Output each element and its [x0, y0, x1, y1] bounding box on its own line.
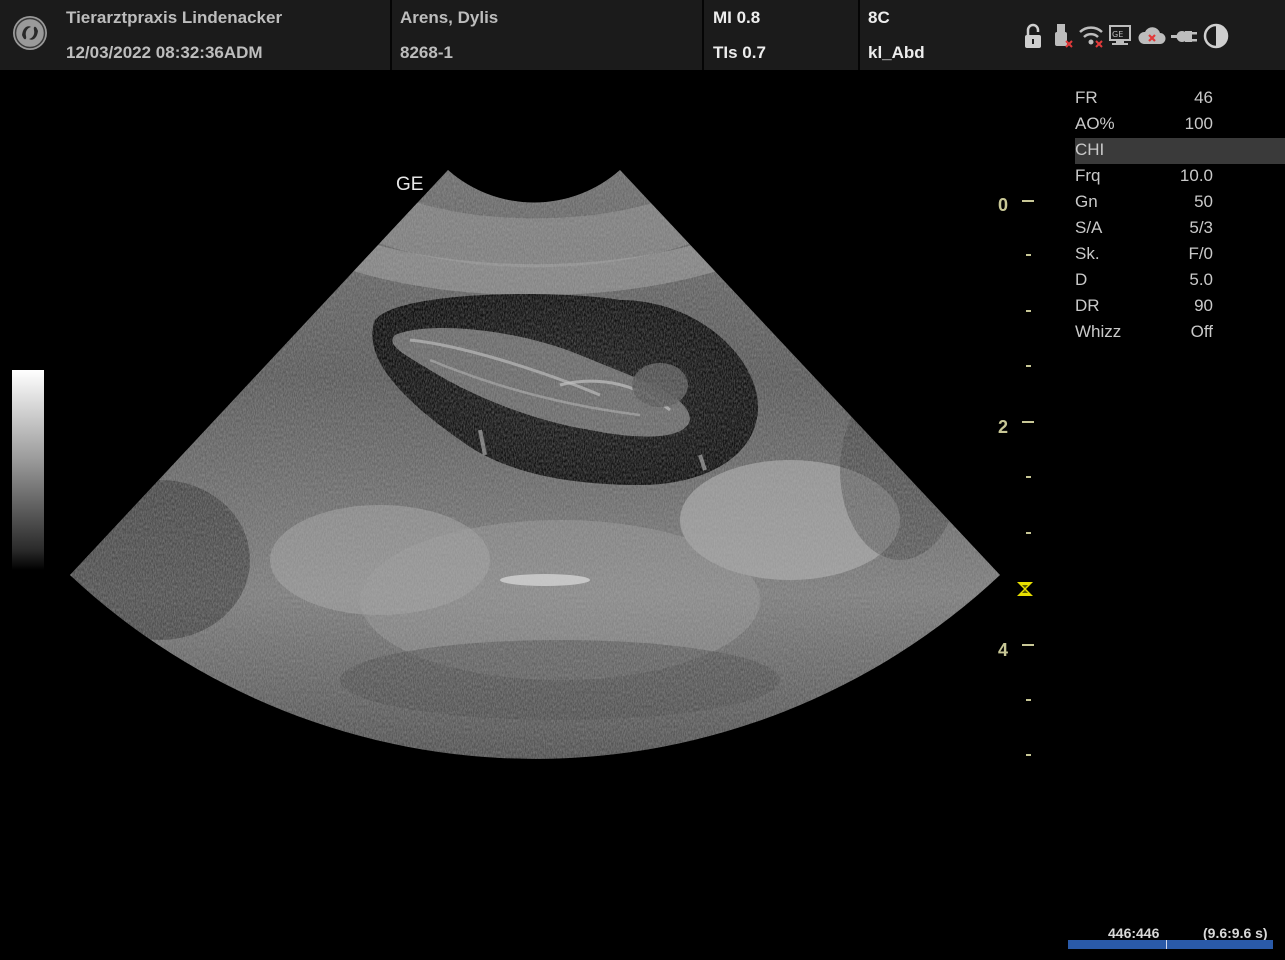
depth-tick — [1022, 200, 1034, 202]
cine-time-counter: (9.6:9.6 s) — [1203, 925, 1268, 941]
depth-tick — [1026, 699, 1031, 701]
probe-name: 8C — [868, 8, 890, 27]
param-label: Sk. — [1075, 244, 1100, 263]
brightness-icon[interactable] — [1202, 22, 1230, 50]
depth-label: 0 — [998, 195, 1009, 215]
patient-id: 8268-1 — [400, 43, 453, 62]
param-label: DR — [1075, 296, 1100, 315]
orientation-label: GE — [396, 174, 424, 195]
wifi-disconnected-icon — [1079, 26, 1103, 48]
thermal-index: TIs 0.7 — [713, 43, 766, 62]
param-value: 46 — [1194, 88, 1213, 107]
param-row-gain: Gn 50 — [1075, 190, 1285, 216]
network-disconnected-icon: GE — [1109, 25, 1131, 45]
param-value: 50 — [1194, 192, 1213, 211]
param-value: 5/3 — [1189, 218, 1213, 237]
param-value: 10.0 — [1179, 166, 1213, 185]
param-label: Frq — [1075, 166, 1101, 185]
param-row-whizz: Whizz Off — [1075, 320, 1285, 346]
param-row-depth: D 5.0 — [1075, 268, 1285, 294]
param-row-sa: S/A 5/3 — [1075, 216, 1285, 242]
param-label: CHI — [1075, 140, 1105, 159]
cine-scrollbar[interactable] — [1068, 940, 1273, 949]
depth-tick — [1026, 532, 1031, 534]
param-row-ao: AO% 100 — [1075, 112, 1285, 138]
param-label: Gn — [1075, 192, 1098, 211]
depth-tick — [1026, 476, 1031, 478]
grayscale-bar — [12, 370, 44, 570]
cloud-disconnected-icon — [1138, 27, 1166, 44]
patient-cell: Arens, Dylis 8268-1 — [392, 0, 702, 70]
header-bar: Tierarztpraxis Lindenacker 12/03/2022 08… — [0, 0, 1285, 70]
lock-icon — [1025, 23, 1041, 48]
depth-tick — [1022, 644, 1034, 646]
depth-label: 4 — [998, 640, 1009, 660]
depth-tick — [1022, 421, 1034, 423]
param-label: AO% — [1075, 114, 1115, 133]
clinic-cell: Tierarztpraxis Lindenacker 12/03/2022 08… — [0, 0, 390, 70]
param-row-sk: Sk. F/0 — [1075, 242, 1285, 268]
param-value: 100 — [1184, 114, 1213, 133]
exam-datetime: 12/03/2022 08:32:36ADM — [66, 43, 263, 62]
param-label: Whizz — [1075, 322, 1122, 341]
param-row-frq: Frq 10.0 — [1075, 164, 1285, 190]
param-value: 90 — [1194, 296, 1213, 315]
power-plug-icon — [1171, 31, 1197, 42]
preset-name: kl_Abd — [868, 43, 925, 62]
cine-frame-counter: 446:446 — [1108, 925, 1160, 941]
depth-tick — [1026, 310, 1031, 312]
usb-disconnected-icon — [1055, 24, 1073, 48]
cine-position-marker[interactable] — [1166, 940, 1167, 949]
focus-marker-icon[interactable] — [1016, 581, 1034, 597]
param-row-fr: FR 46 — [1075, 86, 1285, 112]
depth-tick — [1026, 254, 1031, 256]
svg-text:GE: GE — [1112, 30, 1123, 39]
ge-logo-icon — [13, 16, 47, 50]
depth-tick — [1026, 754, 1031, 756]
param-label: FR — [1075, 88, 1098, 107]
mechanical-index: MI 0.8 — [713, 8, 761, 27]
depth-label: 2 — [998, 417, 1009, 437]
param-value: F/0 — [1188, 244, 1213, 263]
param-value: 5.0 — [1189, 270, 1213, 289]
sector-image — [70, 170, 1000, 759]
param-value: Off — [1190, 322, 1213, 341]
probe-cell: 8C kl_Abd — [860, 0, 1000, 70]
param-row-chi: CHI — [1075, 138, 1285, 164]
depth-tick — [1026, 365, 1031, 367]
imaging-parameters-panel: FR 46 AO% 100 CHI Frq 10.0 Gn 50 S/A 5/3… — [1075, 86, 1285, 346]
param-label: D — [1075, 270, 1088, 289]
param-row-dr: DR 90 — [1075, 294, 1285, 320]
param-label: S/A — [1075, 218, 1103, 237]
index-cell: MI 0.8 TIs 0.7 — [704, 0, 858, 70]
patient-name: Arens, Dylis — [400, 8, 499, 27]
clinic-name: Tierarztpraxis Lindenacker — [66, 8, 283, 27]
